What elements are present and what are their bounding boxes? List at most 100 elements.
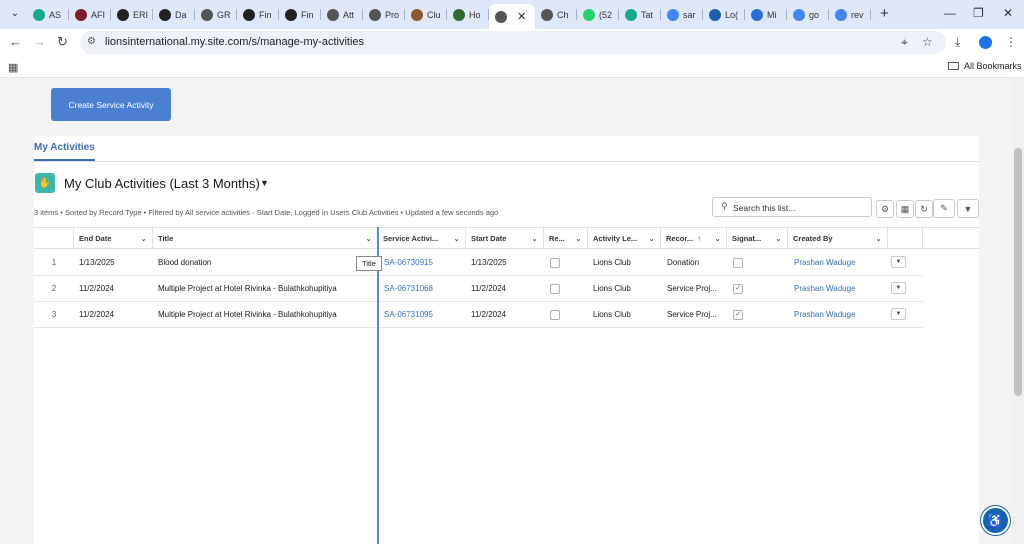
column-created-by[interactable]: Created By ⌄ xyxy=(788,228,888,249)
column-tooltip: Title xyxy=(356,256,382,271)
list-search[interactable]: ⚲ xyxy=(712,197,872,217)
accessibility-icon[interactable]: ♿ xyxy=(981,506,1010,535)
apps-grid-icon[interactable]: ▦ xyxy=(8,61,18,74)
table-row[interactable]: 3 11/2/2024 Multiple Project at Hotel Rivi… xyxy=(34,302,923,328)
tab-search-icon[interactable]: ⌄ xyxy=(6,5,24,23)
column-resize-handle[interactable] xyxy=(377,227,379,544)
created-by-link[interactable]: Prashan Waduge xyxy=(794,250,888,275)
cell-signature: ✓ xyxy=(733,276,763,301)
sort-ascending-icon[interactable]: ↑ xyxy=(697,234,701,243)
menu-icon[interactable]: ⋮ xyxy=(1005,35,1017,49)
tab-favicon-icon xyxy=(327,8,339,21)
column-chevron-down-icon[interactable]: ⌄ xyxy=(875,234,882,243)
browser-tab[interactable]: ERI xyxy=(111,4,153,25)
browser-tab[interactable]: (52 xyxy=(577,4,619,25)
created-by-link[interactable]: Prashan Waduge xyxy=(794,276,888,301)
column-chevron-down-icon[interactable]: ⌄ xyxy=(775,234,782,243)
column-chevron-down-icon[interactable]: ⌄ xyxy=(531,234,538,243)
column-activity-level[interactable]: Activity Le... ⌄ xyxy=(588,228,661,249)
re-checkbox xyxy=(550,257,560,268)
browser-tab[interactable]: Clu xyxy=(405,4,447,25)
edit-pencil-icon[interactable]: ✎ xyxy=(933,199,955,218)
list-view-title[interactable]: My Club Activities (Last 3 Months) xyxy=(64,176,260,191)
list-view-chevron-down-icon[interactable]: ▼ xyxy=(260,178,269,188)
reload-icon[interactable]: ↻ xyxy=(57,34,68,50)
column-chevron-down-icon[interactable]: ⌄ xyxy=(453,234,460,243)
cell-title: Multiple Project at Hotel Rivinka - Bula… xyxy=(158,310,337,319)
column-chevron-down-icon[interactable]: ⌄ xyxy=(140,234,147,243)
new-tab-button[interactable]: + xyxy=(880,6,889,21)
location-icon[interactable]: ⌖ xyxy=(901,35,908,50)
minimize-icon[interactable]: — xyxy=(944,7,956,19)
forward-icon[interactable]: → xyxy=(33,34,46,50)
service-activity-link[interactable]: SA-06731068 xyxy=(384,276,466,301)
browser-tab[interactable]: rev xyxy=(829,4,871,25)
browser-tab[interactable]: ✕ xyxy=(489,4,535,29)
browser-tab[interactable]: AS xyxy=(27,4,69,25)
row-actions-chevron-down-icon[interactable]: ▼ xyxy=(891,308,906,320)
table-view-icon[interactable]: ▦ xyxy=(896,200,914,218)
table-row[interactable]: 1 1/13/2025 Blood donation SA-06730915 1/13/… xyxy=(34,250,923,276)
search-input[interactable] xyxy=(733,201,863,214)
browser-tab[interactable]: AFI xyxy=(69,4,111,25)
browser-tab[interactable]: Mi xyxy=(745,4,787,25)
row-actions-chevron-down-icon[interactable]: ▼ xyxy=(891,256,906,268)
settings-gear-icon[interactable]: ⚙ xyxy=(876,200,894,218)
filter-icon[interactable]: ▼ xyxy=(957,199,979,218)
row-actions-chevron-down-icon[interactable]: ▼ xyxy=(891,282,906,294)
cell-start-date: 11/2/2024 xyxy=(471,310,506,319)
restore-icon[interactable]: ❐ xyxy=(973,7,984,19)
address-bar[interactable]: ⚙ lionsinternational.my.site.com/s/manag… xyxy=(80,31,946,54)
column-actions[interactable] xyxy=(888,228,923,249)
column-chevron-down-icon[interactable]: ⌄ xyxy=(365,234,372,243)
close-window-icon[interactable]: ✕ xyxy=(1003,7,1013,19)
column-start-date[interactable]: Start Date ⌄ xyxy=(466,228,544,249)
close-tab-icon[interactable]: ✕ xyxy=(517,10,526,23)
browser-tab[interactable]: GR xyxy=(195,4,237,25)
signature-checkbox: ✓ xyxy=(733,309,743,320)
bookmark-star-icon[interactable]: ☆ xyxy=(922,35,933,49)
download-icon[interactable]: ⤓ xyxy=(955,35,960,50)
site-info-icon[interactable]: ⚙ xyxy=(87,36,96,47)
column-signature[interactable]: Signat... ⌄ xyxy=(727,228,788,249)
browser-tab[interactable]: Ch xyxy=(535,4,577,25)
browser-tab[interactable]: Tat xyxy=(619,4,661,25)
browser-tab[interactable]: Da xyxy=(153,4,195,25)
url-text[interactable]: lionsinternational.my.site.com/s/manage-… xyxy=(105,36,364,48)
column-re[interactable]: Re... ⌄ xyxy=(544,228,588,249)
created-by-link[interactable]: Prashan Waduge xyxy=(794,302,888,327)
profile-avatar[interactable] xyxy=(979,36,992,49)
table-row[interactable]: 2 11/2/2024 Multiple Project at Hotel Rivi… xyxy=(34,276,923,302)
tab-favicon-icon xyxy=(285,8,297,21)
column-title[interactable]: Title ⌄ xyxy=(153,228,378,249)
browser-tab[interactable]: sar xyxy=(661,4,703,25)
column-service-activity[interactable]: Service Activi... ⌄ xyxy=(378,228,466,249)
column-header-label: Created By xyxy=(793,234,833,243)
browser-tab[interactable]: Att xyxy=(321,4,363,25)
service-activity-link[interactable]: SA-06730915 xyxy=(384,250,466,275)
tab-favicon-icon xyxy=(159,8,171,21)
back-icon[interactable]: ← xyxy=(9,34,22,50)
refresh-icon[interactable]: ↻ xyxy=(915,200,933,218)
column-end-date[interactable]: End Date ⌄ xyxy=(74,228,153,249)
column-chevron-down-icon[interactable]: ⌄ xyxy=(575,234,582,243)
column-record-type[interactable]: Recor... ↑ ⌄ xyxy=(661,228,727,249)
browser-tab[interactable]: Pro xyxy=(363,4,405,25)
cell-signature xyxy=(733,250,763,275)
bookmarks-bar: ▦ All Bookmarks xyxy=(0,56,1024,78)
service-activity-link[interactable]: SA-06731095 xyxy=(384,302,466,327)
column-chevron-down-icon[interactable]: ⌄ xyxy=(714,234,721,243)
all-bookmarks-button[interactable]: All Bookmarks xyxy=(948,61,1022,71)
browser-tab[interactable]: go xyxy=(787,4,829,25)
browser-tab[interactable]: Lo( xyxy=(703,4,745,25)
tab-my-activities[interactable]: My Activities xyxy=(34,142,95,161)
column-header-label: Recor... xyxy=(666,234,694,243)
scrollbar-thumb[interactable] xyxy=(1014,148,1022,396)
column-chevron-down-icon[interactable]: ⌄ xyxy=(648,234,655,243)
row-number-header[interactable] xyxy=(34,228,74,249)
browser-tab[interactable]: Fin xyxy=(237,4,279,25)
create-service-activity-button[interactable]: Create Service Activity xyxy=(51,88,171,121)
browser-tab[interactable]: Fin xyxy=(279,4,321,25)
page-scrollbar[interactable] xyxy=(1012,78,1024,544)
browser-tab[interactable]: Ho xyxy=(447,4,489,25)
